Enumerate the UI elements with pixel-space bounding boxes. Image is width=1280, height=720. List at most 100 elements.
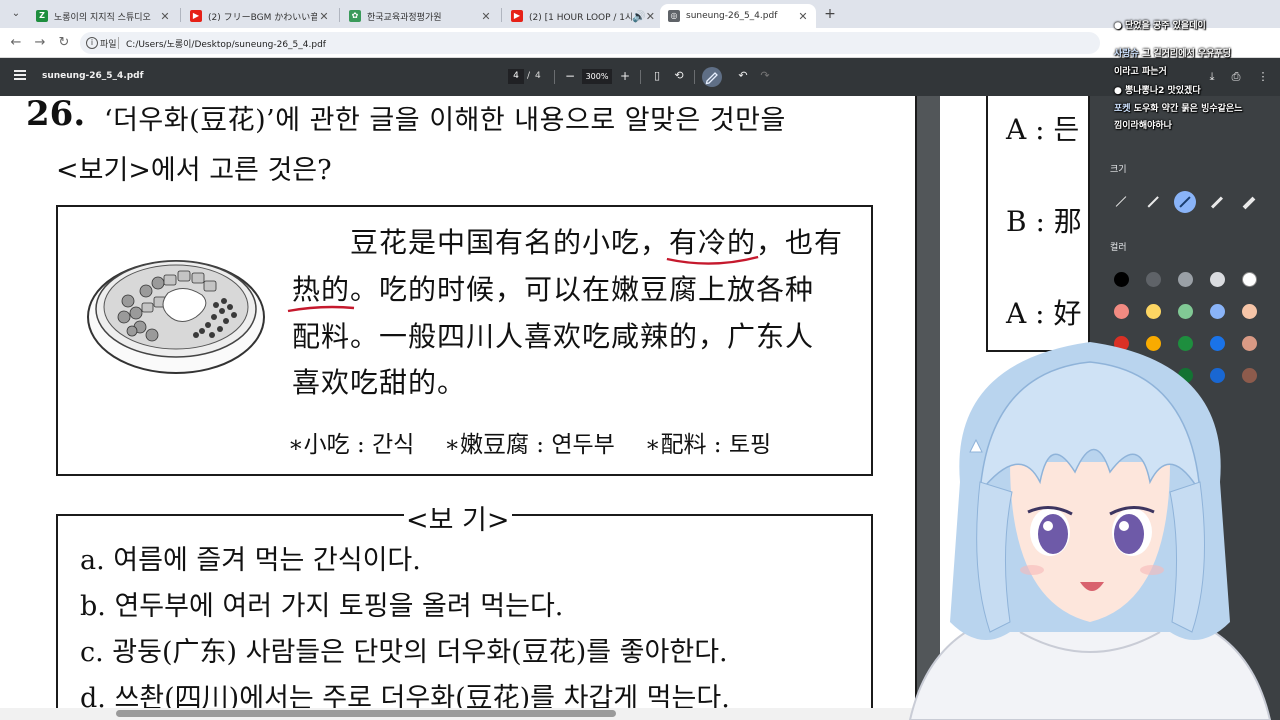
- pen-icon: [705, 72, 718, 85]
- passage-line-4: 喜欢吃甜的。: [292, 366, 467, 399]
- pdf-file-name: suneung-26_5_4.pdf: [42, 71, 144, 81]
- download-icon[interactable]: ⤓: [1205, 70, 1219, 84]
- bogi-box: a. 여름에 즐겨 먹는 간식이다. b. 연두부에 여러 가지 토핑을 올려 …: [56, 514, 873, 720]
- dialogue-line: A : 든: [1006, 113, 1080, 146]
- toolbar-divider: [640, 70, 641, 84]
- address-bar[interactable]: i 파일 C:/Users/노롱이/Desktop/suneung-26_5_4…: [80, 32, 1100, 54]
- passage-text: ，也有: [756, 226, 844, 259]
- tab-strip: ⌄ Z 노롱이의 지지직 스튜디오 ✕ ▶ (2) フリーBGM かわいい音楽【…: [0, 0, 1280, 28]
- pdf-toolbar: suneung-26_5_4.pdf 4 / 4 − 300% + ▯ ⟲ ↶ …: [0, 58, 1280, 96]
- passage-text: 豆花是中国有名的小吃，: [350, 226, 670, 259]
- color-swatch[interactable]: [1242, 304, 1257, 319]
- passage-line-2: 热的 。吃的时候，可以在嫩豆腐上放各种: [292, 268, 814, 308]
- bogi-title: <보 기>: [404, 498, 512, 537]
- bogi-item-a: a. 여름에 즐겨 먹는 간식이다.: [80, 545, 421, 576]
- toolbar-divider: [694, 70, 695, 84]
- color-swatch[interactable]: [1210, 272, 1225, 287]
- page-total: 4: [535, 71, 541, 81]
- tab-4-active[interactable]: ◎ suneung-26_5_4.pdf ✕: [660, 4, 816, 28]
- close-tab-icon[interactable]: ✕: [317, 10, 331, 23]
- douhua-bowl-illustration: [87, 260, 265, 374]
- reload-icon[interactable]: ↻: [56, 35, 72, 50]
- scrollbar-thumb[interactable]: [116, 710, 616, 717]
- color-swatch[interactable]: [1242, 272, 1257, 287]
- bogi-item-b: b. 연두부에 여러 가지 토핑을 올려 먹는다.: [80, 591, 564, 622]
- chat-message: 이라고 파는거: [1114, 67, 1167, 77]
- print-icon[interactable]: ⎙: [1229, 70, 1243, 84]
- passage-box: 豆花是中国有名的小吃，有冷的 ，也有 热的 。吃的时候，可以在嫩豆腐上放各种 配料。…: [56, 205, 873, 476]
- stroke-size-4[interactable]: [1206, 191, 1228, 213]
- fit-page-icon[interactable]: ▯: [650, 68, 664, 84]
- stroke-size-2[interactable]: [1142, 191, 1164, 213]
- tab-0[interactable]: Z 노롱이의 지지직 스튜디오 ✕: [28, 4, 178, 28]
- stroke-size-3[interactable]: [1174, 191, 1196, 213]
- close-tab-icon[interactable]: ✕: [479, 10, 493, 23]
- color-swatch[interactable]: [1114, 272, 1129, 287]
- color-swatch[interactable]: [1178, 272, 1193, 287]
- rotate-icon[interactable]: ⟲: [672, 68, 686, 84]
- redo-icon[interactable]: ↷: [758, 68, 772, 84]
- more-options-icon[interactable]: ⋮: [1256, 70, 1270, 83]
- info-icon[interactable]: i: [86, 37, 98, 49]
- question-number: 26.: [26, 96, 86, 134]
- zoom-out-icon[interactable]: −: [563, 68, 577, 84]
- tab-3[interactable]: ▶ (2) [1 HOUR LOOP / 1시간] 🔊✕: [503, 4, 658, 28]
- close-tab-icon[interactable]: ✕: [158, 10, 172, 23]
- globe-icon: ◎: [668, 10, 680, 22]
- close-tab-icon[interactable]: ✕: [796, 10, 810, 23]
- undo-icon[interactable]: ↶: [736, 68, 750, 84]
- dialogue-line: A : 好: [1006, 297, 1082, 330]
- passage-line-3: 配料。一般四川人喜欢吃咸辣的，广东人: [292, 320, 815, 353]
- red-pen-stroke: [288, 302, 354, 314]
- page-number-input[interactable]: 4: [508, 69, 524, 84]
- underline-annotation: 有冷的: [669, 221, 756, 261]
- size-label: 크기: [1110, 165, 1127, 175]
- vtuber-avatar: [908, 342, 1272, 720]
- forward-icon[interactable]: →: [32, 35, 48, 50]
- menu-icon[interactable]: [14, 70, 26, 80]
- tab-title: (2) フリーBGM かわいい音楽【30…: [208, 12, 317, 23]
- red-pen-stroke: [665, 255, 760, 267]
- glossary: ∗小吃 : 간식 ∗嫩豆腐 : 연두부 ∗配料 : 토핑: [288, 425, 801, 459]
- page-separator: /: [527, 71, 531, 81]
- kice-icon: ✿: [349, 10, 361, 22]
- back-icon[interactable]: ←: [8, 35, 24, 50]
- new-tab-icon[interactable]: +: [822, 6, 838, 22]
- youtube-icon: ▶: [190, 10, 202, 22]
- color-label: 컬러: [1110, 243, 1127, 253]
- toolbar-divider: [554, 70, 555, 84]
- youtube-icon: ▶: [511, 10, 523, 22]
- chat-message: 포켓 도우화 약간 묽은 빙수같은느: [1114, 104, 1243, 114]
- url-text[interactable]: C:/Users/노롱이/Desktop/suneung-26_5_4.pdf: [126, 37, 326, 50]
- zoom-in-icon[interactable]: +: [618, 68, 632, 84]
- color-swatch[interactable]: [1178, 304, 1193, 319]
- chat-message: ● 단었을 공주 있을데이: [1114, 21, 1206, 31]
- color-swatch[interactable]: [1210, 304, 1225, 319]
- passage-line-1: 豆花是中国有名的小吃，有冷的 ，也有: [350, 221, 843, 261]
- zoom-input[interactable]: 300%: [582, 69, 612, 84]
- stroke-size-5[interactable]: [1238, 191, 1260, 213]
- underline-annotation: 热的: [292, 268, 350, 308]
- tab-2[interactable]: ✿ 한국교육과정평가원 ✕: [341, 4, 499, 28]
- tab-title: suneung-26_5_4.pdf: [686, 11, 778, 21]
- tab-1[interactable]: ▶ (2) フリーBGM かわいい音楽【30… ✕: [182, 4, 337, 28]
- tab-title: 한국교육과정평가원: [367, 12, 442, 23]
- audio-playing-icon[interactable]: 🔊✕: [632, 10, 655, 23]
- stroke-size-1[interactable]: [1110, 191, 1132, 213]
- tab-title: 노롱이의 지지직 스튜디오: [54, 12, 151, 23]
- address-row: ← → ↻ i 파일 C:/Users/노롱이/Desktop/suneung-…: [0, 28, 1280, 58]
- bogi-item-c: c. 광둥(广东) 사람들은 단맛의 더우화(豆花)를 좋아한다.: [80, 637, 728, 668]
- tab-favicon-icon: Z: [36, 10, 48, 22]
- tab-search-icon[interactable]: ⌄: [8, 6, 24, 22]
- color-swatch[interactable]: [1146, 272, 1161, 287]
- color-swatch[interactable]: [1114, 304, 1129, 319]
- glossary-item: ∗配料 : 토핑: [644, 432, 772, 458]
- annotate-pen-button[interactable]: [702, 67, 722, 87]
- url-divider: [118, 37, 119, 49]
- chat-message: 낌이라해야하나: [1114, 121, 1172, 131]
- color-swatch[interactable]: [1146, 304, 1161, 319]
- chat-message: ● 뽕나뽕나2 맛있겠다: [1114, 86, 1201, 96]
- tab-title: (2) [1 HOUR LOOP / 1시간]: [529, 12, 632, 23]
- question-prompt-line-1: ‘더우화(豆花)’에 관한 글을 이해한 내용으로 알맞은 것만을: [104, 105, 786, 136]
- screen: ⌄ Z 노롱이의 지지직 스튜디오 ✕ ▶ (2) フリーBGM かわいい音楽【…: [0, 0, 1280, 720]
